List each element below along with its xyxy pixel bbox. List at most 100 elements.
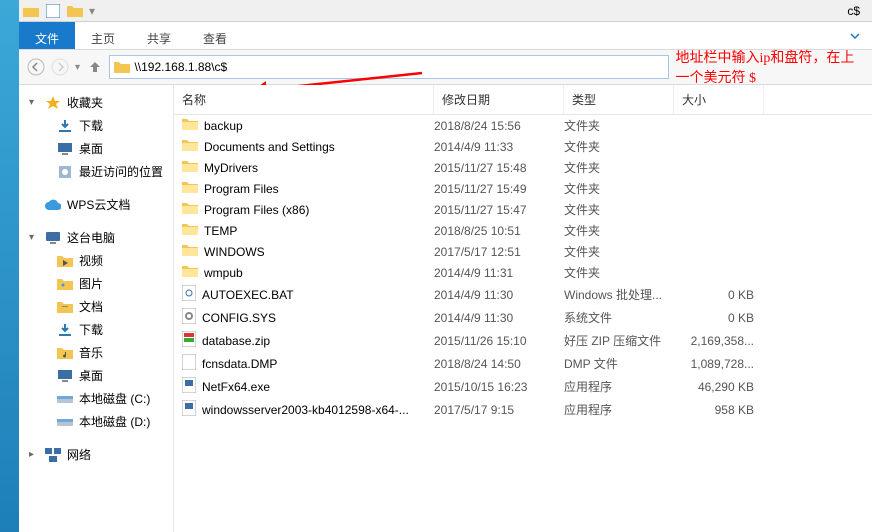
sidebar-thispc[interactable]: ▾ 这台电脑 — [19, 226, 173, 249]
col-header-date[interactable]: 修改日期 — [434, 85, 564, 114]
file-row[interactable]: windowsserver2003-kb4012598-x64-... 2017… — [174, 398, 872, 421]
tab-home[interactable]: 主页 — [75, 22, 131, 49]
video-icon — [57, 253, 73, 269]
file-date: 2017/5/17 9:15 — [434, 403, 564, 417]
quick-open-icon[interactable] — [67, 3, 83, 19]
sidebar-network[interactable]: ▸ 网络 — [19, 443, 173, 466]
sidebar-item-label: 音乐 — [79, 344, 103, 361]
file-date: 2015/10/15 16:23 — [434, 380, 564, 394]
sidebar-item[interactable]: 本地磁盘 (C:) — [19, 387, 173, 410]
download-icon — [57, 322, 73, 338]
address-input[interactable] — [134, 60, 664, 74]
file-type: 文件夹 — [564, 159, 674, 176]
file-row[interactable]: Program Files (x86) 2015/11/27 15:47 文件夹 — [174, 199, 872, 220]
sidebar-item[interactable]: 下载 — [19, 318, 173, 341]
col-header-type[interactable]: 类型 — [564, 85, 674, 114]
file-row[interactable]: fcnsdata.DMP 2018/8/24 14:50 DMP 文件 1,08… — [174, 352, 872, 375]
network-icon — [45, 447, 61, 463]
file-row[interactable]: MyDrivers 2015/11/27 15:48 文件夹 — [174, 157, 872, 178]
sidebar-item-label: 图片 — [79, 275, 103, 292]
file-date: 2018/8/25 10:51 — [434, 224, 564, 238]
sidebar-item[interactable]: 桌面 — [19, 137, 173, 160]
sidebar-item[interactable]: 文档 — [19, 295, 173, 318]
recent-locations-dropdown[interactable]: ▾ — [75, 62, 80, 73]
file-name: WINDOWS — [204, 245, 265, 259]
file-type: Windows 批处理... — [564, 286, 674, 303]
file-name: MyDrivers — [204, 161, 258, 175]
file-size: 0 KB — [674, 311, 764, 325]
file-name: Documents and Settings — [204, 140, 335, 154]
tab-file[interactable]: 文件 — [19, 22, 75, 49]
recent-icon — [57, 164, 73, 180]
sidebar-label: 收藏夹 — [67, 94, 103, 111]
file-icon — [182, 354, 196, 373]
nav-back-button[interactable] — [27, 55, 45, 79]
navigation-pane[interactable]: ▾ 收藏夹 下载 桌面 最近访问的位置 WPS云文档 ▾ — [19, 85, 174, 532]
chevron-right-icon: ▸ — [29, 449, 39, 460]
file-row[interactable]: CONFIG.SYS 2014/4/9 11:30 系统文件 0 KB — [174, 306, 872, 329]
sidebar-item[interactable]: 下载 — [19, 114, 173, 137]
sidebar-item[interactable]: 本地磁盘 (D:) — [19, 410, 173, 433]
file-date: 2018/8/24 15:56 — [434, 119, 564, 133]
col-header-size[interactable]: 大小 — [674, 85, 764, 114]
file-name: CONFIG.SYS — [202, 311, 276, 325]
sidebar-item-label: 文档 — [79, 298, 103, 315]
nav-forward-button[interactable] — [51, 55, 69, 79]
file-row[interactable]: Documents and Settings 2014/4/9 11:33 文件… — [174, 136, 872, 157]
desktop-icon — [57, 368, 73, 384]
file-list-area: 名称 修改日期 类型 大小 backup 2018/8/24 15:56 文件夹… — [174, 85, 872, 532]
sidebar-item[interactable]: 视频 — [19, 249, 173, 272]
sidebar-wps[interactable]: WPS云文档 — [19, 193, 173, 216]
pictures-icon — [57, 276, 73, 292]
file-row[interactable]: AUTOEXEC.BAT 2014/4/9 11:30 Windows 批处理.… — [174, 283, 872, 306]
file-row[interactable]: Program Files 2015/11/27 15:49 文件夹 — [174, 178, 872, 199]
tab-share[interactable]: 共享 — [131, 22, 187, 49]
folder-icon — [182, 180, 198, 197]
sidebar-item-label: 下载 — [79, 117, 103, 134]
file-type: 应用程序 — [564, 401, 674, 418]
sidebar-item-label: 本地磁盘 (D:) — [79, 413, 150, 430]
computer-icon — [45, 230, 61, 246]
sidebar-item-label: 下载 — [79, 321, 103, 338]
desktop-icon — [57, 141, 73, 157]
zip-icon — [182, 331, 196, 350]
file-date: 2017/5/17 12:51 — [434, 245, 564, 259]
sidebar-favorites[interactable]: ▾ 收藏夹 — [19, 91, 173, 114]
sidebar-item-label: 最近访问的位置 — [79, 163, 163, 180]
file-type: 文件夹 — [564, 180, 674, 197]
qa-separator: ▾ — [89, 4, 95, 18]
sidebar-label: 网络 — [67, 446, 91, 463]
file-row[interactable]: WINDOWS 2017/5/17 12:51 文件夹 — [174, 241, 872, 262]
sidebar-item[interactable]: 最近访问的位置 — [19, 160, 173, 183]
file-row[interactable]: NetFx64.exe 2015/10/15 16:23 应用程序 46,290… — [174, 375, 872, 398]
properties-icon[interactable] — [45, 3, 61, 19]
file-row[interactable]: TEMP 2018/8/25 10:51 文件夹 — [174, 220, 872, 241]
file-type: 文件夹 — [564, 264, 674, 281]
address-bar[interactable] — [109, 55, 669, 79]
file-name: wmpub — [204, 266, 243, 280]
sidebar-item[interactable]: 图片 — [19, 272, 173, 295]
sidebar-label: WPS云文档 — [67, 196, 130, 213]
file-name: TEMP — [204, 224, 237, 238]
nav-up-button[interactable] — [86, 55, 103, 79]
sidebar-item[interactable]: 音乐 — [19, 341, 173, 364]
file-name: database.zip — [202, 334, 270, 348]
folder-icon — [182, 138, 198, 155]
tab-view[interactable]: 查看 — [187, 22, 243, 49]
file-name: windowsserver2003-kb4012598-x64-... — [202, 403, 409, 417]
file-row[interactable]: wmpub 2014/4/9 11:31 文件夹 — [174, 262, 872, 283]
file-name: AUTOEXEC.BAT — [202, 288, 294, 302]
file-row[interactable]: database.zip 2015/11/26 15:10 好压 ZIP 压缩文… — [174, 329, 872, 352]
chevron-down-icon: ▾ — [29, 97, 39, 108]
column-headers[interactable]: 名称 修改日期 类型 大小 — [174, 85, 872, 115]
sidebar-item[interactable]: 桌面 — [19, 364, 173, 387]
ribbon-toggle-icon[interactable] — [848, 22, 872, 49]
music-icon — [57, 345, 73, 361]
drive-icon — [57, 414, 73, 430]
folder-icon — [182, 117, 198, 134]
col-header-name[interactable]: 名称 — [174, 85, 434, 114]
sidebar-item-label: 桌面 — [79, 140, 103, 157]
sidebar-item-label: 桌面 — [79, 367, 103, 384]
file-row[interactable]: backup 2018/8/24 15:56 文件夹 — [174, 115, 872, 136]
window-title: c$ — [847, 4, 872, 18]
